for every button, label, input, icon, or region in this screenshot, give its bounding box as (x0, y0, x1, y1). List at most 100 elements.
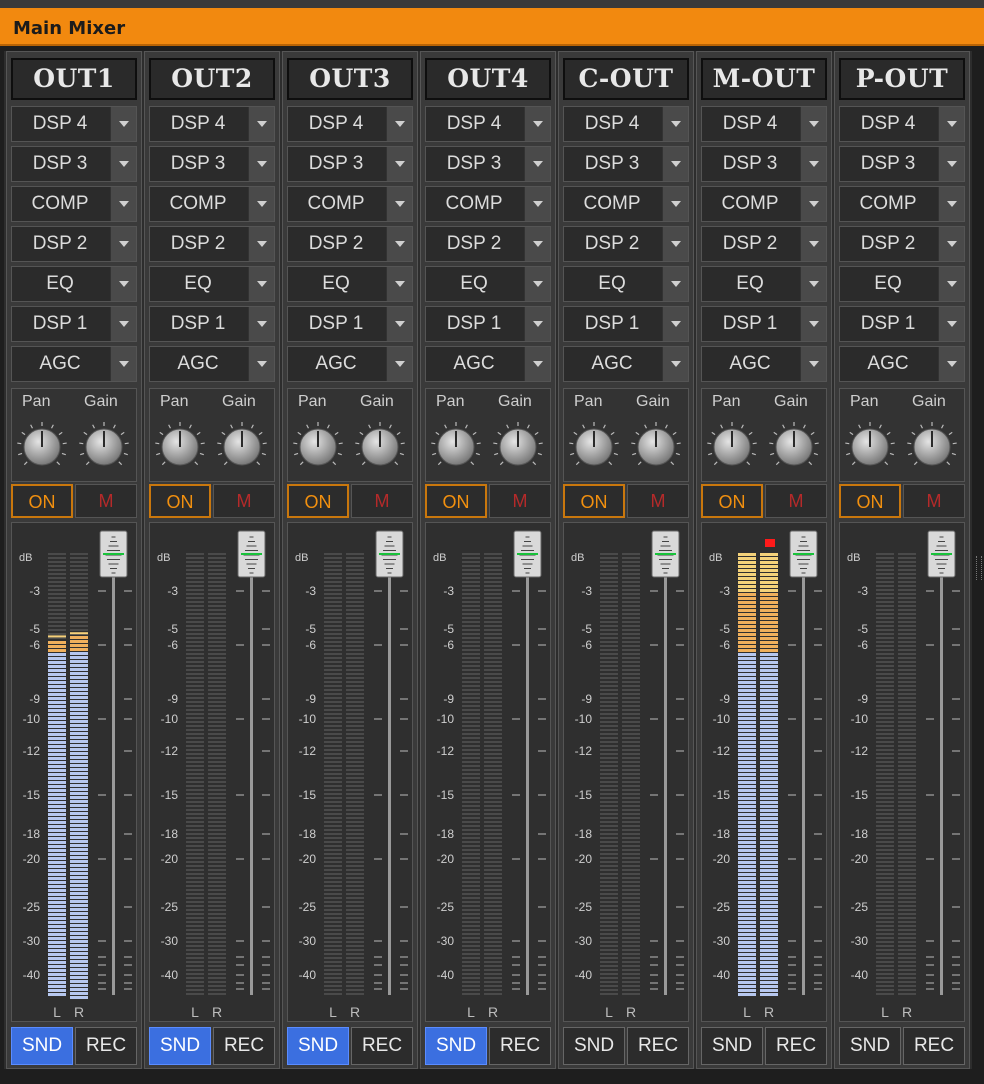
effect-slot-dsp-4[interactable]: DSP 4 (701, 106, 827, 142)
dropdown-arrow-icon[interactable] (524, 307, 550, 341)
effect-slot-dsp-4[interactable]: DSP 4 (839, 106, 965, 142)
effect-slot-eq[interactable]: EQ (287, 266, 413, 302)
snd-button[interactable]: SND (149, 1027, 211, 1065)
fader-handle[interactable] (513, 530, 542, 578)
dropdown-arrow-icon[interactable] (248, 187, 274, 221)
snd-button[interactable]: SND (701, 1027, 763, 1065)
effect-slot-eq[interactable]: EQ (11, 266, 137, 302)
effect-slot-agc[interactable]: AGC (563, 346, 689, 382)
dropdown-arrow-icon[interactable] (248, 307, 274, 341)
rec-button[interactable]: REC (75, 1027, 137, 1065)
dropdown-arrow-icon[interactable] (248, 147, 274, 181)
rec-button[interactable]: REC (765, 1027, 827, 1065)
effect-slot-dsp-1[interactable]: DSP 1 (425, 306, 551, 342)
effect-slot-dsp-4[interactable]: DSP 4 (563, 106, 689, 142)
dropdown-arrow-icon[interactable] (110, 147, 136, 181)
gain-knob-2[interactable] (354, 421, 406, 473)
effect-slot-dsp-2[interactable]: DSP 2 (563, 226, 689, 262)
effect-slot-eq[interactable]: EQ (701, 266, 827, 302)
dropdown-arrow-icon[interactable] (386, 307, 412, 341)
dropdown-arrow-icon[interactable] (662, 307, 688, 341)
pan-knob-2[interactable] (292, 421, 344, 473)
snd-button[interactable]: SND (839, 1027, 901, 1065)
rec-button[interactable]: REC (351, 1027, 413, 1065)
effect-slot-dsp-3[interactable]: DSP 3 (149, 146, 275, 182)
on-button[interactable]: ON (11, 484, 73, 518)
effect-slot-dsp-4[interactable]: DSP 4 (287, 106, 413, 142)
effect-slot-dsp-3[interactable]: DSP 3 (839, 146, 965, 182)
dropdown-arrow-icon[interactable] (938, 187, 964, 221)
dropdown-arrow-icon[interactable] (248, 347, 274, 381)
effect-slot-dsp-3[interactable]: DSP 3 (563, 146, 689, 182)
pan-knob-3[interactable] (430, 421, 482, 473)
pan-knob-4[interactable] (568, 421, 620, 473)
effect-slot-agc[interactable]: AGC (425, 346, 551, 382)
effect-slot-dsp-3[interactable]: DSP 3 (11, 146, 137, 182)
effect-slot-dsp-3[interactable]: DSP 3 (425, 146, 551, 182)
gain-knob-0[interactable] (78, 421, 130, 473)
effect-slot-eq[interactable]: EQ (149, 266, 275, 302)
snd-button[interactable]: SND (425, 1027, 487, 1065)
gain-knob-6[interactable] (906, 421, 958, 473)
fader-handle[interactable] (651, 530, 680, 578)
pan-knob-5[interactable] (706, 421, 758, 473)
rec-button[interactable]: REC (213, 1027, 275, 1065)
effect-slot-comp[interactable]: COMP (563, 186, 689, 222)
dropdown-arrow-icon[interactable] (386, 347, 412, 381)
gain-knob-1[interactable] (216, 421, 268, 473)
effect-slot-dsp-4[interactable]: DSP 4 (149, 106, 275, 142)
effect-slot-comp[interactable]: COMP (425, 186, 551, 222)
dropdown-arrow-icon[interactable] (800, 187, 826, 221)
effect-slot-dsp-2[interactable]: DSP 2 (425, 226, 551, 262)
effect-slot-eq[interactable]: EQ (425, 266, 551, 302)
fader-handle[interactable] (375, 530, 404, 578)
dropdown-arrow-icon[interactable] (938, 347, 964, 381)
dropdown-arrow-icon[interactable] (662, 147, 688, 181)
effect-slot-dsp-2[interactable]: DSP 2 (287, 226, 413, 262)
effect-slot-dsp-3[interactable]: DSP 3 (287, 146, 413, 182)
rec-button[interactable]: REC (627, 1027, 689, 1065)
dropdown-arrow-icon[interactable] (938, 147, 964, 181)
dropdown-arrow-icon[interactable] (110, 227, 136, 261)
pan-knob-0[interactable] (16, 421, 68, 473)
effect-slot-comp[interactable]: COMP (149, 186, 275, 222)
fader-handle[interactable] (99, 530, 128, 578)
effect-slot-dsp-1[interactable]: DSP 1 (11, 306, 137, 342)
mute-button[interactable]: M (765, 484, 827, 518)
effect-slot-agc[interactable]: AGC (701, 346, 827, 382)
dropdown-arrow-icon[interactable] (800, 147, 826, 181)
snd-button[interactable]: SND (287, 1027, 349, 1065)
effect-slot-dsp-1[interactable]: DSP 1 (563, 306, 689, 342)
dropdown-arrow-icon[interactable] (662, 267, 688, 301)
effect-slot-dsp-4[interactable]: DSP 4 (425, 106, 551, 142)
effect-slot-agc[interactable]: AGC (839, 346, 965, 382)
rec-button[interactable]: REC (903, 1027, 965, 1065)
dropdown-arrow-icon[interactable] (800, 267, 826, 301)
gain-knob-3[interactable] (492, 421, 544, 473)
dropdown-arrow-icon[interactable] (800, 107, 826, 141)
mute-button[interactable]: M (489, 484, 551, 518)
dropdown-arrow-icon[interactable] (110, 267, 136, 301)
effect-slot-comp[interactable]: COMP (11, 186, 137, 222)
mute-button[interactable]: M (903, 484, 965, 518)
on-button[interactable]: ON (701, 484, 763, 518)
dropdown-arrow-icon[interactable] (662, 187, 688, 221)
dropdown-arrow-icon[interactable] (662, 347, 688, 381)
dropdown-arrow-icon[interactable] (662, 227, 688, 261)
dropdown-arrow-icon[interactable] (248, 227, 274, 261)
dropdown-arrow-icon[interactable] (110, 307, 136, 341)
fader-handle[interactable] (927, 530, 956, 578)
mute-button[interactable]: M (75, 484, 137, 518)
effect-slot-comp[interactable]: COMP (701, 186, 827, 222)
dropdown-arrow-icon[interactable] (248, 267, 274, 301)
resize-grip[interactable] (976, 556, 982, 580)
rec-button[interactable]: REC (489, 1027, 551, 1065)
snd-button[interactable]: SND (11, 1027, 73, 1065)
effect-slot-dsp-3[interactable]: DSP 3 (701, 146, 827, 182)
dropdown-arrow-icon[interactable] (938, 227, 964, 261)
effect-slot-dsp-2[interactable]: DSP 2 (839, 226, 965, 262)
dropdown-arrow-icon[interactable] (110, 107, 136, 141)
dropdown-arrow-icon[interactable] (386, 267, 412, 301)
effect-slot-agc[interactable]: AGC (11, 346, 137, 382)
on-button[interactable]: ON (287, 484, 349, 518)
